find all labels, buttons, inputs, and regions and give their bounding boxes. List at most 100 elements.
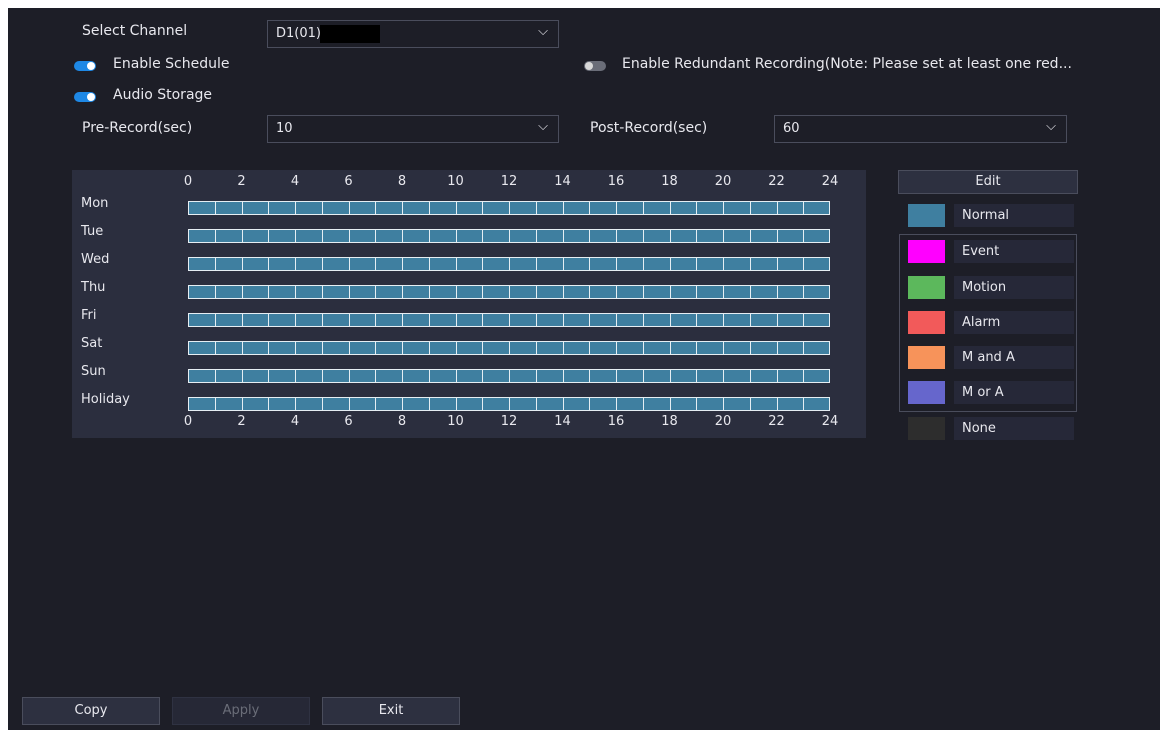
hour-divider xyxy=(455,230,457,242)
hour-divider xyxy=(509,342,510,354)
schedule-row-wed[interactable] xyxy=(188,257,830,271)
enable-schedule-toggle[interactable] xyxy=(74,61,96,71)
hour-divider xyxy=(482,314,484,326)
hour-divider xyxy=(402,342,403,354)
hour-divider xyxy=(562,370,564,382)
schedule-row-sat[interactable] xyxy=(188,341,830,355)
hour-divider xyxy=(669,342,671,354)
schedule-row-thu[interactable] xyxy=(188,285,830,299)
hour-divider xyxy=(749,342,751,354)
hour-divider xyxy=(214,230,216,242)
legend-swatch-motion[interactable] xyxy=(908,276,945,299)
legend-label-none[interactable]: None xyxy=(954,417,1074,440)
hour-divider xyxy=(669,202,671,214)
copy-button[interactable]: Copy xyxy=(22,697,160,725)
legend-swatch-m-or-a[interactable] xyxy=(908,381,945,404)
hour-tick-top: 12 xyxy=(500,174,518,189)
hour-tick-bottom: 0 xyxy=(183,414,193,429)
legend-swatch-event[interactable] xyxy=(908,240,945,263)
hour-divider xyxy=(803,258,805,270)
legend-label-motion[interactable]: Motion xyxy=(954,276,1074,299)
hour-divider xyxy=(482,370,484,382)
hour-tick-top: 24 xyxy=(821,174,839,189)
hour-divider xyxy=(509,286,510,298)
legend-label-event[interactable]: Event xyxy=(954,240,1074,263)
hour-divider xyxy=(803,286,805,298)
legend-label-alarm[interactable]: Alarm xyxy=(954,311,1074,334)
hour-divider xyxy=(696,342,698,354)
hour-divider xyxy=(509,202,510,214)
hour-divider xyxy=(509,370,510,382)
channel-value: D1(01) xyxy=(276,26,321,41)
hour-divider xyxy=(321,342,323,354)
schedule-row-fri[interactable] xyxy=(188,313,830,327)
hour-divider xyxy=(509,398,510,410)
hour-divider xyxy=(616,230,617,242)
hour-divider xyxy=(321,398,323,410)
schedule-row-mon[interactable] xyxy=(188,201,830,215)
edit-button[interactable]: Edit xyxy=(898,170,1078,194)
legend-swatch-normal[interactable] xyxy=(908,204,945,227)
hour-divider xyxy=(669,230,671,242)
day-label: Thu xyxy=(81,280,106,295)
hour-divider xyxy=(295,286,296,298)
legend-label-normal[interactable]: Normal xyxy=(954,204,1074,227)
legend-swatch-m-and-a[interactable] xyxy=(908,346,945,369)
day-label: Fri xyxy=(81,308,97,323)
hour-divider xyxy=(455,398,457,410)
legend-swatch-alarm[interactable] xyxy=(908,311,945,334)
hour-tick-bottom: 22 xyxy=(768,414,785,429)
hour-divider xyxy=(589,370,591,382)
hour-divider xyxy=(241,230,243,242)
legend-label-m-and-a[interactable]: M and A xyxy=(954,346,1074,369)
hour-divider xyxy=(375,314,377,326)
hour-divider xyxy=(348,258,350,270)
hour-divider xyxy=(509,314,510,326)
hour-divider xyxy=(776,258,778,270)
hour-divider xyxy=(214,286,216,298)
hour-divider xyxy=(295,370,296,382)
hour-divider xyxy=(348,398,350,410)
audio-storage-label: Audio Storage xyxy=(113,87,213,103)
hour-divider xyxy=(696,258,698,270)
hour-tick-bottom: 12 xyxy=(500,414,518,429)
schedule-row-sun[interactable] xyxy=(188,369,830,383)
hour-divider xyxy=(375,202,377,214)
hour-divider xyxy=(723,398,724,410)
hour-tick-top: 22 xyxy=(768,174,785,189)
hour-divider xyxy=(696,398,698,410)
hour-divider xyxy=(348,202,350,214)
exit-button[interactable]: Exit xyxy=(322,697,460,725)
hour-tick-top: 2 xyxy=(237,174,246,189)
audio-storage-toggle[interactable] xyxy=(74,92,96,102)
legend-label-m-or-a[interactable]: M or A xyxy=(954,381,1074,404)
hour-divider xyxy=(348,286,350,298)
hour-divider xyxy=(402,286,403,298)
channel-select[interactable]: D1(01) ⌵ xyxy=(267,20,559,48)
apply-button[interactable]: Apply xyxy=(172,697,310,725)
hour-tick-top: 10 xyxy=(447,174,464,189)
hour-divider xyxy=(295,342,296,354)
hour-divider xyxy=(295,230,296,242)
hour-divider xyxy=(214,370,216,382)
hour-divider xyxy=(241,398,243,410)
schedule-row-tue[interactable] xyxy=(188,229,830,243)
hour-divider xyxy=(428,258,430,270)
hour-divider xyxy=(535,202,537,214)
post-record-select[interactable]: 60 ⌵ xyxy=(774,115,1067,143)
redundant-recording-toggle[interactable] xyxy=(584,61,606,71)
pre-record-select[interactable]: 10 ⌵ xyxy=(267,115,559,143)
pre-record-label: Pre-Record(sec) xyxy=(82,120,193,136)
hour-divider xyxy=(241,314,243,326)
hour-divider xyxy=(535,370,537,382)
schedule-row-holiday[interactable] xyxy=(188,397,830,411)
hour-divider xyxy=(268,258,270,270)
hour-divider xyxy=(776,314,778,326)
hour-divider xyxy=(642,398,644,410)
hour-divider xyxy=(803,314,805,326)
hour-divider xyxy=(749,230,751,242)
day-label: Wed xyxy=(81,252,110,267)
legend-swatch-none[interactable] xyxy=(908,417,945,440)
schedule-grid[interactable]: 0 2 4 6 8 10 12 14 16 18 20 22 24 0 2 4 6 8 10 12 14 16 18 20 22… xyxy=(72,170,866,438)
hour-divider xyxy=(669,398,671,410)
